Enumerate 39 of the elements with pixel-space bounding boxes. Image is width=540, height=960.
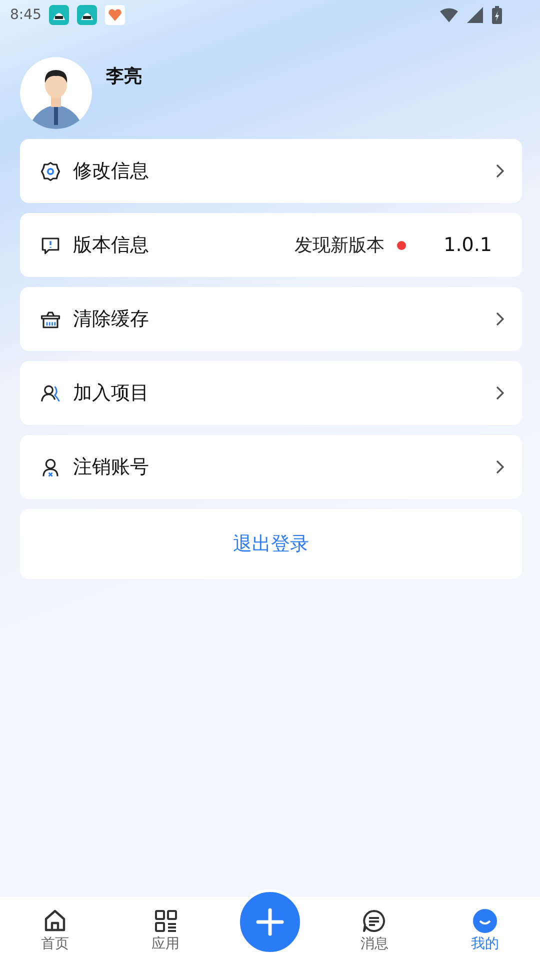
user-add-icon: [40, 382, 61, 404]
tab[interactable]: 首页: [0, 897, 110, 960]
menu-item[interactable]: 加入项目: [20, 361, 522, 425]
menu-item[interactable]: 注销账号: [20, 435, 522, 499]
chevron-right-icon: [496, 164, 504, 178]
tab[interactable]: 应用: [110, 897, 221, 960]
chevron-right-icon: [496, 460, 504, 474]
menu-label: 加入项目: [73, 381, 149, 406]
home-icon: [43, 909, 68, 933]
app-notification-icon: [49, 5, 70, 25]
logout-button[interactable]: 退出登录: [20, 509, 522, 579]
app-notification-icon: [77, 5, 98, 25]
signal-icon: [466, 7, 484, 23]
menu-item[interactable]: 清除缓存: [20, 287, 522, 351]
user-name: 李亮: [106, 65, 142, 88]
chevron-right-icon: [496, 312, 504, 326]
plus-icon: [255, 907, 286, 937]
message-alert-icon: [40, 234, 61, 256]
gear-icon: [40, 160, 61, 182]
menu-label: 修改信息: [73, 159, 149, 184]
update-notice: 发现新版本: [294, 234, 385, 257]
tab[interactable]: 消息: [319, 897, 430, 960]
grid-icon: [154, 909, 178, 933]
basket-icon: [40, 308, 61, 330]
menu-label: 版本信息: [73, 233, 149, 258]
status-time: 8:45: [10, 7, 42, 23]
avatar: [20, 57, 92, 129]
chat-bubble-icon: [362, 909, 386, 933]
menu-item[interactable]: 修改信息: [20, 139, 522, 203]
battery-icon: [492, 6, 502, 24]
user-circle-icon: [472, 909, 497, 933]
menu-item[interactable]: 版本信息 发现新版本 1.0.1: [20, 213, 522, 277]
tab[interactable]: 我的: [430, 897, 540, 960]
menu-label: 清除缓存: [73, 307, 149, 332]
menu-label: 注销账号: [73, 455, 149, 480]
user-remove-icon: [40, 456, 61, 478]
wifi-icon: [440, 7, 458, 23]
chevron-right-icon: [496, 386, 504, 400]
version-number: 1.0.1: [444, 234, 492, 256]
